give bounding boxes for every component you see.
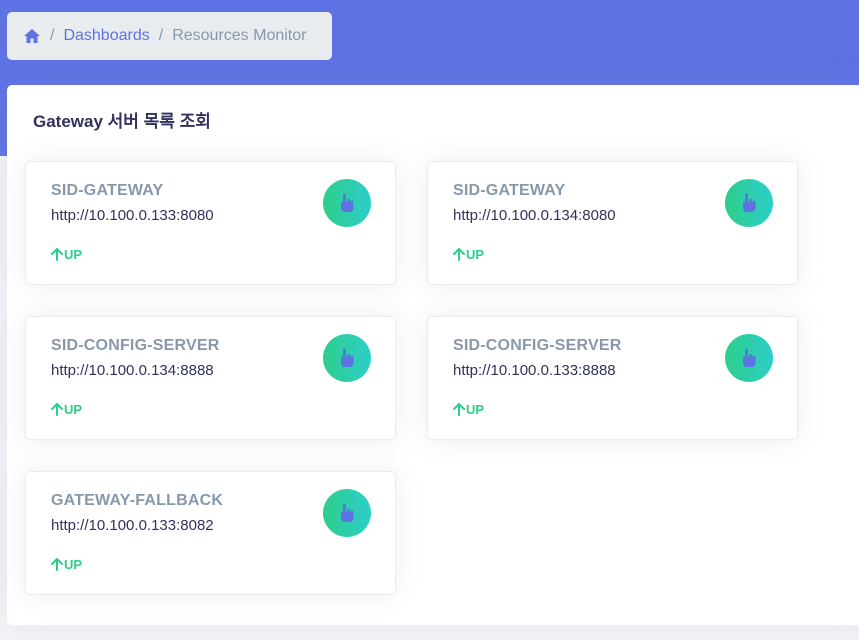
service-status: UP <box>453 247 484 262</box>
service-url: http://10.100.0.133:8888 <box>453 362 616 379</box>
service-url: http://10.100.0.134:8080 <box>453 207 616 224</box>
service-url: http://10.100.0.134:8888 <box>51 362 214 379</box>
service-card: SID-CONFIG-SERVER http://10.100.0.134:88… <box>25 316 396 440</box>
service-status: UP <box>51 402 82 417</box>
arrow-up-icon <box>453 248 465 261</box>
pointer-hand-icon[interactable] <box>323 179 371 227</box>
arrow-up-icon <box>51 403 63 416</box>
service-name: SID-GATEWAY <box>453 182 566 199</box>
arrow-up-icon <box>51 248 63 261</box>
breadcrumb: / Dashboards / Resources Monitor <box>7 12 332 60</box>
service-url: http://10.100.0.133:8082 <box>51 517 214 534</box>
status-label: UP <box>466 402 485 417</box>
service-status: UP <box>51 557 82 572</box>
service-name: SID-GATEWAY <box>51 182 164 199</box>
service-card: SID-GATEWAY http://10.100.0.134:8080 UP <box>427 161 798 285</box>
arrow-up-icon <box>453 403 465 416</box>
service-card: SID-GATEWAY http://10.100.0.133:8080 UP <box>25 161 396 285</box>
status-label: UP <box>64 402 83 417</box>
home-icon[interactable] <box>23 28 41 44</box>
breadcrumb-dashboards-link[interactable]: Dashboards <box>63 27 149 45</box>
status-label: UP <box>64 247 83 262</box>
service-status: UP <box>453 402 484 417</box>
service-name: SID-CONFIG-SERVER <box>51 337 220 354</box>
breadcrumb-current-page: Resources Monitor <box>172 27 307 44</box>
status-label: UP <box>466 247 485 262</box>
service-card: SID-CONFIG-SERVER http://10.100.0.133:88… <box>427 316 798 440</box>
service-name: SID-CONFIG-SERVER <box>453 337 622 354</box>
breadcrumb-separator: / <box>50 27 55 44</box>
status-label: UP <box>64 557 83 572</box>
pointer-hand-icon[interactable] <box>725 179 773 227</box>
pointer-hand-icon[interactable] <box>323 334 371 382</box>
breadcrumb-separator: / <box>158 27 164 44</box>
service-card: GATEWAY-FALLBACK http://10.100.0.133:808… <box>25 471 396 595</box>
service-status: UP <box>51 247 82 262</box>
service-url: http://10.100.0.133:8080 <box>51 207 214 224</box>
service-name: GATEWAY-FALLBACK <box>51 492 224 509</box>
pointer-hand-icon[interactable] <box>323 489 371 537</box>
panel-title: Gateway 서버 목록 조회 <box>33 112 211 131</box>
gateway-server-panel: Gateway 서버 목록 조회 SID-GATEWAY http://10.1… <box>7 85 859 625</box>
arrow-up-icon <box>51 558 63 571</box>
pointer-hand-icon[interactable] <box>725 334 773 382</box>
